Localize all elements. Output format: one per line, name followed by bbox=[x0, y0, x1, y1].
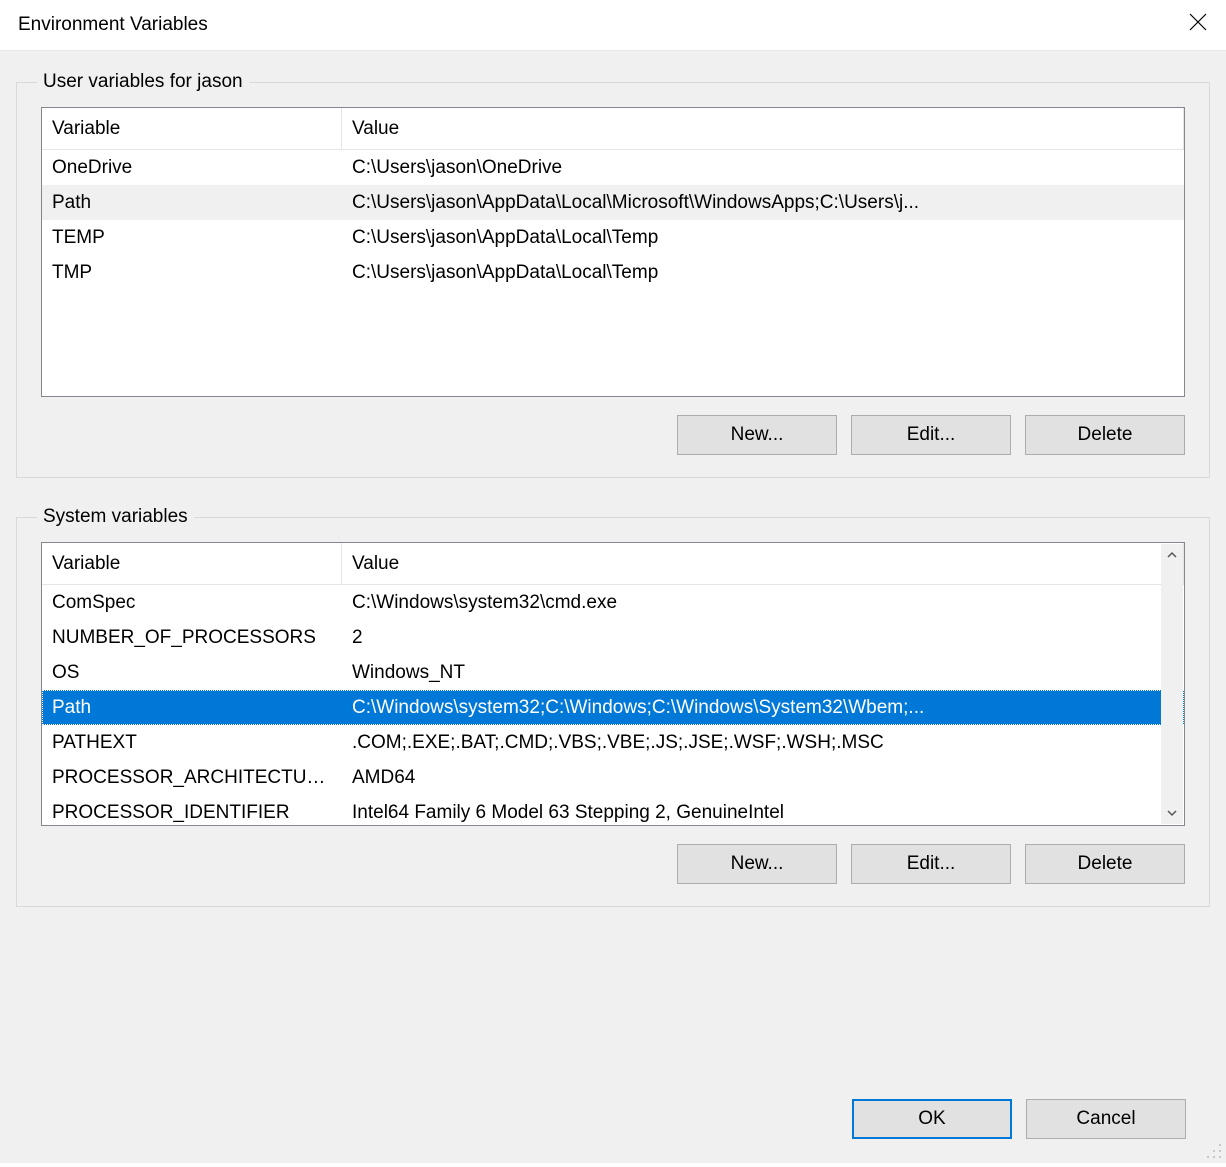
resize-grip-icon[interactable] bbox=[1204, 1141, 1224, 1161]
value-cell: .COM;.EXE;.BAT;.CMD;.VBS;.VBE;.JS;.JSE;.… bbox=[342, 732, 1184, 754]
value-cell: Windows_NT bbox=[342, 662, 1184, 684]
value-cell: AMD64 bbox=[342, 767, 1184, 789]
table-row[interactable]: OneDriveC:\Users\jason\OneDrive bbox=[42, 150, 1184, 185]
value-cell: Intel64 Family 6 Model 63 Stepping 2, Ge… bbox=[342, 802, 1184, 824]
value-cell: C:\Users\jason\AppData\Local\Temp bbox=[342, 227, 1184, 249]
variable-cell: ComSpec bbox=[42, 592, 342, 614]
system-variables-list[interactable]: Variable Value ComSpecC:\Windows\system3… bbox=[41, 542, 1185, 826]
table-row[interactable]: OSWindows_NT bbox=[42, 655, 1184, 690]
system-variables-group: System variables Variable Value ComSpecC… bbox=[16, 506, 1210, 907]
variable-cell: PATHEXT bbox=[42, 732, 342, 754]
dialog-button-row: OK Cancel bbox=[852, 1099, 1186, 1139]
user-variables-list[interactable]: Variable Value OneDriveC:\Users\jason\On… bbox=[41, 107, 1185, 397]
value-cell: C:\Users\jason\OneDrive bbox=[342, 157, 1184, 179]
system-button-row: New... Edit... Delete bbox=[41, 844, 1185, 884]
scroll-up-icon[interactable] bbox=[1161, 544, 1183, 566]
table-row[interactable]: TEMPC:\Users\jason\AppData\Local\Temp bbox=[42, 220, 1184, 255]
variable-cell: TEMP bbox=[42, 227, 342, 249]
user-variables-legend: User variables for jason bbox=[37, 71, 249, 93]
scroll-down-icon[interactable] bbox=[1161, 802, 1183, 824]
variable-cell: PROCESSOR_IDENTIFIER bbox=[42, 802, 342, 824]
value-cell: 2 bbox=[342, 627, 1184, 649]
user-rows-container: OneDriveC:\Users\jason\OneDrivePathC:\Us… bbox=[42, 150, 1184, 290]
user-variables-group: User variables for jason Variable Value … bbox=[16, 71, 1210, 478]
variable-cell: PROCESSOR_ARCHITECTURE bbox=[42, 767, 342, 789]
close-icon bbox=[1189, 13, 1207, 37]
table-row[interactable]: ComSpecC:\Windows\system32\cmd.exe bbox=[42, 585, 1184, 620]
list-header: Variable Value bbox=[42, 108, 1184, 150]
table-row[interactable]: PATHEXT.COM;.EXE;.BAT;.CMD;.VBS;.VBE;.JS… bbox=[42, 725, 1184, 760]
column-value[interactable]: Value bbox=[342, 543, 1184, 584]
value-cell: C:\Windows\system32\cmd.exe bbox=[342, 592, 1184, 614]
table-row[interactable]: PROCESSOR_IDENTIFIERIntel64 Family 6 Mod… bbox=[42, 795, 1184, 826]
column-variable[interactable]: Variable bbox=[42, 543, 342, 584]
user-new-button[interactable]: New... bbox=[677, 415, 837, 455]
table-row[interactable]: NUMBER_OF_PROCESSORS2 bbox=[42, 620, 1184, 655]
column-value[interactable]: Value bbox=[342, 108, 1184, 149]
cancel-button[interactable]: Cancel bbox=[1026, 1099, 1186, 1139]
table-row[interactable]: PROCESSOR_ARCHITECTUREAMD64 bbox=[42, 760, 1184, 795]
list-header: Variable Value bbox=[42, 543, 1184, 585]
table-row[interactable]: PathC:\Windows\system32;C:\Windows;C:\Wi… bbox=[42, 690, 1184, 725]
column-variable[interactable]: Variable bbox=[42, 108, 342, 149]
user-delete-button[interactable]: Delete bbox=[1025, 415, 1185, 455]
variable-cell: OS bbox=[42, 662, 342, 684]
vertical-scrollbar[interactable] bbox=[1161, 544, 1183, 824]
ok-button[interactable]: OK bbox=[852, 1099, 1012, 1139]
dialog-title: Environment Variables bbox=[18, 14, 208, 36]
titlebar: Environment Variables bbox=[0, 0, 1226, 50]
value-cell: C:\Users\jason\AppData\Local\Temp bbox=[342, 262, 1184, 284]
variable-cell: NUMBER_OF_PROCESSORS bbox=[42, 627, 342, 649]
system-edit-button[interactable]: Edit... bbox=[851, 844, 1011, 884]
system-rows-container: ComSpecC:\Windows\system32\cmd.exeNUMBER… bbox=[42, 585, 1184, 826]
user-edit-button[interactable]: Edit... bbox=[851, 415, 1011, 455]
user-button-row: New... Edit... Delete bbox=[41, 415, 1185, 455]
variable-cell: Path bbox=[42, 192, 342, 214]
system-variables-legend: System variables bbox=[37, 506, 194, 528]
value-cell: C:\Users\jason\AppData\Local\Microsoft\W… bbox=[342, 192, 1184, 214]
close-button[interactable] bbox=[1170, 0, 1226, 50]
variable-cell: Path bbox=[42, 697, 342, 719]
system-new-button[interactable]: New... bbox=[677, 844, 837, 884]
variable-cell: TMP bbox=[42, 262, 342, 284]
variable-cell: OneDrive bbox=[42, 157, 342, 179]
system-delete-button[interactable]: Delete bbox=[1025, 844, 1185, 884]
table-row[interactable]: TMPC:\Users\jason\AppData\Local\Temp bbox=[42, 255, 1184, 290]
value-cell: C:\Windows\system32;C:\Windows;C:\Window… bbox=[342, 697, 1184, 719]
dialog-body: User variables for jason Variable Value … bbox=[0, 50, 1226, 1163]
table-row[interactable]: PathC:\Users\jason\AppData\Local\Microso… bbox=[42, 185, 1184, 220]
